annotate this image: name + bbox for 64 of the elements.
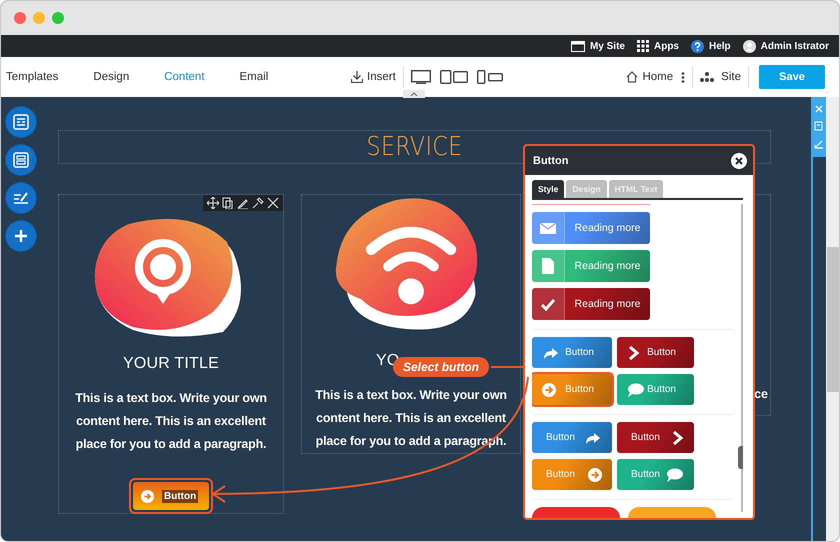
admin-link[interactable]: My Site — [590, 40, 625, 52]
collapse-toolbar-icon[interactable] — [403, 90, 425, 98]
card-button[interactable]: Button — [133, 482, 209, 510]
layout-button[interactable] — [6, 107, 36, 137]
pin-icon[interactable] — [252, 197, 264, 209]
section-heading: SERVICE — [366, 132, 463, 162]
user-name: Admin Istrator — [760, 40, 829, 52]
editor-tab[interactable]: Email — [240, 71, 268, 83]
speech-bubble-icon — [666, 466, 684, 482]
tablet-view-icon[interactable] — [440, 70, 468, 84]
more-icon[interactable] — [681, 72, 686, 82]
arrow-circle-icon — [588, 468, 602, 482]
style-option-button[interactable]: Button — [617, 337, 694, 368]
style-option-button[interactable]: Reading more — [532, 250, 650, 282]
close-icon[interactable] — [267, 197, 279, 209]
envelope-icon — [539, 220, 557, 236]
section-button[interactable] — [6, 145, 36, 175]
scrollbar[interactable] — [826, 97, 839, 541]
close-button[interactable] — [731, 152, 747, 168]
document-icon — [540, 257, 556, 275]
editor-tab[interactable]: Design — [93, 71, 130, 83]
help-icon — [690, 40, 704, 52]
card-text: This is a text box. Write your own content here. This is an excellent place for you to add a paragraph. — [74, 390, 268, 453]
panel-tab[interactable]: Style — [532, 180, 564, 198]
editor-tab[interactable]: Content — [164, 71, 205, 83]
edit-text-icon — [13, 190, 29, 206]
style-option-button[interactable]: Button — [532, 337, 612, 368]
card-text: ce — [754, 387, 768, 401]
close-icon — [735, 156, 743, 164]
add-button[interactable] — [6, 221, 36, 251]
download-icon — [351, 71, 363, 83]
browser-window-icon — [570, 40, 585, 52]
document-icon[interactable] — [814, 121, 823, 131]
card-title: YOUR TITLE — [123, 355, 219, 373]
move-icon[interactable] — [207, 197, 219, 209]
edit-icon[interactable] — [237, 197, 249, 209]
speech-bubble-icon — [627, 382, 645, 398]
form-icon — [13, 152, 29, 168]
arrow-circle-icon — [141, 490, 154, 502]
panel-scrollbar[interactable] — [741, 204, 743, 512]
home-button[interactable]: Home — [626, 71, 674, 83]
style-option-button[interactable]: Button — [617, 422, 694, 453]
site-button[interactable]: Site — [700, 71, 741, 83]
text-style-button[interactable] — [6, 183, 36, 213]
mobile-view-icon[interactable] — [476, 70, 503, 84]
sitemap-icon — [700, 72, 714, 82]
chevron-icon — [627, 344, 640, 360]
avatar-icon — [742, 40, 756, 52]
checkmark-icon — [540, 296, 556, 312]
arrow-circle-icon — [542, 382, 556, 396]
apps-grid-icon — [636, 40, 649, 52]
insert-button[interactable]: Insert — [351, 71, 396, 83]
desktop-view-icon[interactable] — [410, 70, 431, 84]
admin-link[interactable]: Help — [708, 40, 731, 52]
editor-tab[interactable]: Templates — [6, 71, 58, 83]
copy-icon[interactable] — [222, 197, 234, 209]
style-option-button[interactable]: Reading more — [532, 212, 650, 244]
chevron-icon — [671, 430, 684, 446]
plus-icon — [13, 228, 29, 244]
layout-icon — [13, 114, 29, 130]
admin-link[interactable]: Apps — [654, 40, 679, 52]
panel-title: Button — [533, 154, 568, 166]
style-option-button[interactable]: Reading more — [532, 288, 650, 320]
home-icon — [626, 71, 638, 83]
